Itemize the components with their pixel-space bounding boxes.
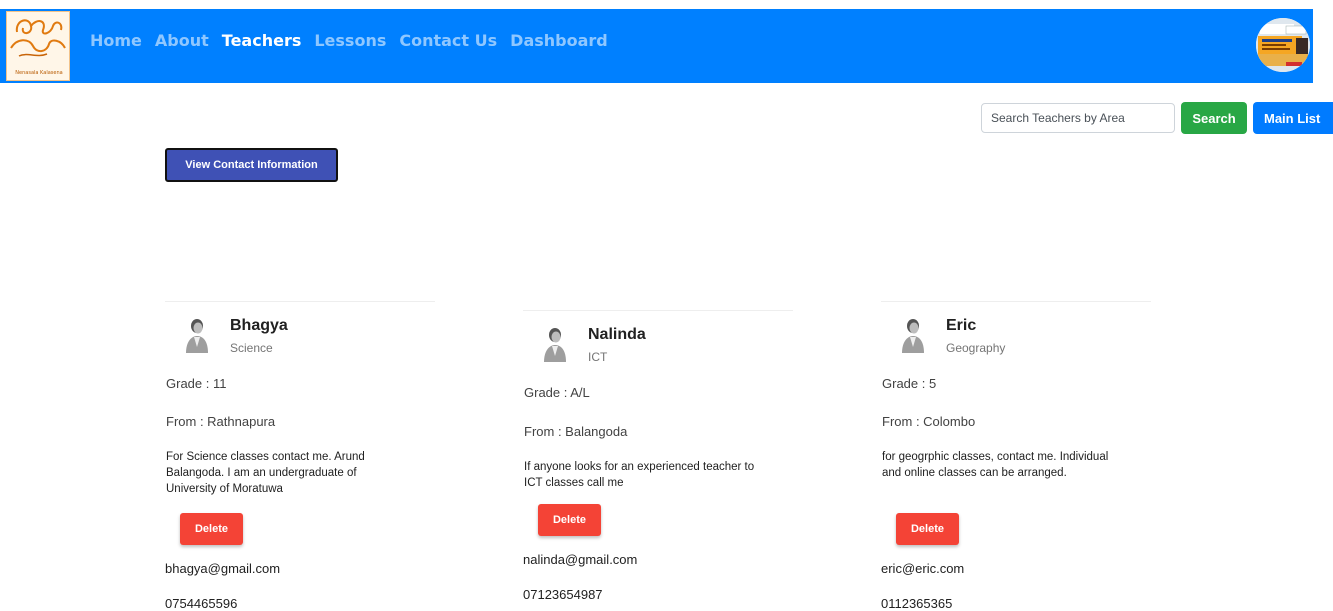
teacher-card: Bhagya Science Grade : 11 From : Rathnap… xyxy=(165,301,435,611)
teacher-subject: Science xyxy=(230,341,273,355)
nav-links: Home About Teachers Lessons Contact Us D… xyxy=(90,31,621,51)
view-contact-information-button[interactable]: View Contact Information xyxy=(165,148,338,182)
teacher-phone: 07123654987 xyxy=(523,587,603,602)
teacher-name: Eric xyxy=(946,317,977,334)
teacher-email: bhagya@gmail.com xyxy=(165,561,281,576)
teacher-email: eric@eric.com xyxy=(881,561,965,576)
nav-link-lessons[interactable]: Lessons xyxy=(314,31,386,51)
search-area-input[interactable] xyxy=(981,103,1175,133)
teacher-subject: Geography xyxy=(946,341,1006,355)
teacher-grade: Grade : 11 xyxy=(166,376,227,391)
nav-link-dashboard[interactable]: Dashboard xyxy=(510,31,608,51)
teacher-name: Nalinda xyxy=(588,326,646,343)
teacher-avatar-icon xyxy=(186,319,208,353)
teacher-avatar-icon xyxy=(544,328,566,362)
logo-text: Nenasala Kalasena xyxy=(15,70,63,76)
nav-link-about[interactable]: About xyxy=(155,31,209,51)
teacher-from: From : Rathnapura xyxy=(166,414,276,429)
teacher-grade: Grade : A/L xyxy=(524,385,590,400)
teacher-email: nalinda@gmail.com xyxy=(523,552,638,567)
main-list-button[interactable]: Main List xyxy=(1253,102,1333,134)
top-navbar: Nenasala Kalasena Home About Teachers Le… xyxy=(0,9,1313,83)
site-logo[interactable]: Nenasala Kalasena xyxy=(6,11,70,81)
teacher-avatar-icon xyxy=(902,319,924,353)
teacher-subject: ICT xyxy=(588,350,608,364)
nav-link-teachers[interactable]: Teachers xyxy=(222,31,302,51)
teacher-grade: Grade : 5 xyxy=(882,376,937,391)
logo-script-icon xyxy=(10,19,66,57)
search-button[interactable]: Search xyxy=(1181,102,1247,134)
delete-button[interactable]: Delete xyxy=(538,504,601,536)
nav-link-home[interactable]: Home xyxy=(90,31,142,51)
nav-link-contact-us[interactable]: Contact Us xyxy=(399,31,497,51)
teacher-card: Nalinda ICT Grade : A/L From : Balangoda… xyxy=(523,310,793,609)
teacher-description: If anyone looks for an experienced teach… xyxy=(524,461,755,489)
teacher-description: for geogrphic classes, contact me. Indiv… xyxy=(882,451,1109,479)
delete-button[interactable]: Delete xyxy=(896,513,959,545)
teacher-name: Bhagya xyxy=(230,317,288,334)
avatar-image-icon xyxy=(1256,18,1310,72)
delete-button[interactable]: Delete xyxy=(180,513,243,545)
teacher-from: From : Colombo xyxy=(882,414,976,429)
user-avatar[interactable] xyxy=(1256,18,1310,72)
teacher-description: For Science classes contact me. Arund Ba… xyxy=(166,451,365,495)
teacher-from: From : Balangoda xyxy=(524,424,628,439)
teacher-card: Eric Geography Grade : 5 From : Colombo … xyxy=(881,301,1151,611)
